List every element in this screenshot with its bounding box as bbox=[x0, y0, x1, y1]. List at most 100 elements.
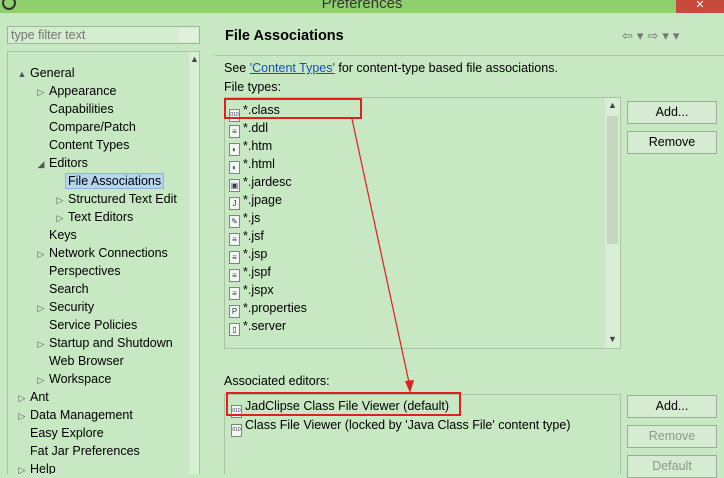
tree-item-label: Easy Explore bbox=[30, 426, 104, 440]
tree-item-general[interactable]: ▲ General bbox=[16, 64, 75, 83]
content-types-link[interactable]: 'Content Types' bbox=[250, 61, 335, 75]
file-type-row[interactable]: ◐ *.htm bbox=[229, 137, 272, 156]
file-type-name: *.html bbox=[243, 157, 275, 171]
class-viewer-icon: 010 bbox=[231, 424, 242, 437]
add-file-type-button[interactable]: Add... bbox=[627, 101, 717, 124]
file-type-row[interactable]: ▣ *.jardesc bbox=[229, 173, 292, 192]
tree-item-text-editors[interactable]: ▷ Text Editors bbox=[54, 208, 134, 227]
expand-toggle-icon[interactable]: ▷ bbox=[35, 245, 47, 263]
tree-scrollbar[interactable]: ▲ bbox=[189, 52, 199, 474]
expand-toggle-icon[interactable]: ▷ bbox=[16, 407, 28, 425]
clear-filter-icon[interactable] bbox=[178, 28, 198, 42]
file-type-name: *.jspf bbox=[243, 265, 271, 279]
tree-item-label: Startup and Shutdown bbox=[49, 336, 173, 350]
file-type-name: *.js bbox=[243, 211, 261, 225]
tree-item-label: Capabilities bbox=[49, 102, 114, 116]
tree-item-capabilities[interactable]: Capabilities bbox=[35, 100, 114, 118]
remove-editor-button[interactable]: Remove bbox=[627, 425, 717, 448]
expand-toggle-icon[interactable]: ▷ bbox=[35, 299, 47, 317]
close-window-button[interactable]: ✕ bbox=[676, 0, 724, 13]
expand-toggle-icon[interactable]: ▷ bbox=[16, 389, 28, 407]
note-suffix: for content-type based file associations… bbox=[334, 61, 558, 75]
filter-input[interactable] bbox=[7, 26, 200, 44]
tree-item-startup-and-shutdown[interactable]: ▷ Startup and Shutdown bbox=[35, 334, 173, 352]
tree-item-content-types[interactable]: Content Types bbox=[35, 136, 129, 154]
file-type-row[interactable]: ◐ *.html bbox=[229, 155, 275, 174]
file-types-label: File types: bbox=[224, 80, 281, 94]
file-type-row[interactable]: ≡ *.jspx bbox=[229, 281, 274, 300]
back-arrow-icon[interactable]: ⇦ bbox=[622, 28, 637, 43]
file-type-row[interactable]: ≡ *.jsf bbox=[229, 227, 264, 246]
file-type-name: *.jsp bbox=[243, 247, 268, 261]
add-editor-button[interactable]: Add... bbox=[627, 395, 717, 418]
expand-toggle-icon[interactable]: ▷ bbox=[54, 191, 66, 209]
file-type-name: *.jspx bbox=[243, 283, 274, 297]
associated-editors-label: Associated editors: bbox=[224, 374, 330, 388]
editor-name: Class File Viewer (locked by 'Java Class… bbox=[245, 418, 571, 432]
tree-item-ant[interactable]: ▷ Ant bbox=[16, 388, 49, 406]
file-type-row[interactable]: ≡ *.jspf bbox=[229, 263, 271, 282]
tree-item-file-associations[interactable]: File Associations bbox=[54, 172, 165, 190]
tree-item-label: Structured Text Edit bbox=[68, 192, 177, 206]
pane-splitter[interactable] bbox=[203, 13, 212, 474]
tree-item-editors[interactable]: ◢ Editors bbox=[35, 154, 88, 172]
content-types-note: See 'Content Types' for content-type bas… bbox=[224, 61, 558, 75]
tree-item-service-policies[interactable]: Service Policies bbox=[35, 316, 137, 334]
tree-item-help[interactable]: ▷ Help bbox=[16, 460, 56, 474]
file-type-row[interactable]: J *.jpage bbox=[229, 191, 282, 210]
file-type-name: *.server bbox=[243, 319, 287, 333]
default-editor-button[interactable]: Default bbox=[627, 455, 717, 478]
file-type-name: *.jpage bbox=[243, 193, 282, 207]
tree-item-network-connections[interactable]: ▷ Network Connections bbox=[35, 244, 168, 262]
tree-item-easy-explore[interactable]: Easy Explore bbox=[16, 424, 104, 442]
tree-item-label: Content Types bbox=[49, 138, 130, 152]
tree-item-label: Web Browser bbox=[49, 354, 124, 368]
file-type-row[interactable]: ▯ *.server bbox=[229, 317, 287, 336]
scroll-up-icon[interactable]: ▲ bbox=[190, 54, 199, 64]
expand-toggle-icon[interactable]: ▷ bbox=[16, 461, 28, 474]
expand-toggle-icon[interactable]: ▷ bbox=[35, 335, 47, 353]
expand-toggle-icon[interactable]: ▷ bbox=[35, 83, 47, 101]
file-type-row[interactable]: ≡ *.ddl bbox=[229, 119, 268, 138]
tree-item-appearance[interactable]: ▷ Appearance bbox=[35, 82, 117, 101]
tree-item-fat-jar-preferences[interactable]: Fat Jar Preferences bbox=[16, 442, 140, 460]
expand-toggle-icon[interactable]: ▷ bbox=[35, 371, 47, 389]
tree-item-data-management[interactable]: ▷ Data Management bbox=[16, 406, 133, 424]
page-title: File Associations bbox=[225, 28, 344, 44]
window-title: Preferences bbox=[321, 0, 403, 12]
expand-toggle-icon[interactable]: ◢ bbox=[35, 155, 47, 173]
expand-toggle-icon[interactable]: ▲ bbox=[16, 65, 28, 83]
tree-item-keys[interactable]: Keys bbox=[35, 226, 77, 244]
tree-item-search[interactable]: Search bbox=[35, 280, 89, 298]
highlight-box-jadclipse-editor bbox=[226, 392, 461, 416]
back-menu-icon[interactable]: ▾ bbox=[637, 28, 648, 43]
tree-item-security[interactable]: ▷ Security bbox=[35, 298, 95, 317]
highlight-box-class-file-type bbox=[224, 98, 362, 119]
tree-item-label: Search bbox=[49, 282, 89, 296]
scroll-down-icon[interactable]: ▼ bbox=[608, 334, 617, 344]
tree-item-label: Ant bbox=[30, 390, 49, 404]
editor-row[interactable]: 010 Class File Viewer (locked by 'Java Cl… bbox=[231, 416, 571, 437]
note-prefix: See bbox=[224, 61, 250, 75]
tree-item-compare-patch[interactable]: Compare/Patch bbox=[35, 118, 136, 136]
tree-item-web-browser[interactable]: Web Browser bbox=[35, 352, 124, 370]
tree-item-perspectives[interactable]: Perspectives bbox=[35, 262, 121, 280]
scrollbar-thumb[interactable] bbox=[607, 116, 618, 244]
view-menu-icon[interactable]: ▾ bbox=[673, 28, 684, 43]
expand-toggle-icon[interactable]: ▷ bbox=[54, 209, 66, 227]
scroll-up-icon[interactable]: ▲ bbox=[608, 100, 617, 110]
file-type-row[interactable]: ≡ *.jsp bbox=[229, 245, 268, 264]
forward-arrow-icon[interactable]: ⇨ bbox=[647, 28, 662, 43]
tree-item-workspace[interactable]: ▷ Workspace bbox=[35, 370, 112, 389]
tree-item-label: Help bbox=[30, 462, 56, 474]
tree-item-label: Appearance bbox=[49, 84, 117, 98]
file-types-list[interactable]: ▲ ▼ 010 *.class ≡ *.ddl ◐ *.htm ◐ *.html ▣ *.jard… bbox=[224, 97, 621, 349]
tree-item-label: General bbox=[30, 66, 75, 80]
tree-item-structured-text-edit[interactable]: ▷ Structured Text Edit bbox=[54, 190, 177, 208]
forward-menu-icon[interactable]: ▾ bbox=[662, 28, 673, 43]
tree-item-label: Text Editors bbox=[68, 210, 134, 224]
file-types-scrollbar[interactable]: ▲ ▼ bbox=[605, 98, 620, 348]
remove-file-type-button[interactable]: Remove bbox=[627, 131, 717, 154]
file-type-row[interactable]: ✎ *.js bbox=[229, 209, 261, 228]
file-type-row[interactable]: P *.properties bbox=[229, 299, 307, 318]
